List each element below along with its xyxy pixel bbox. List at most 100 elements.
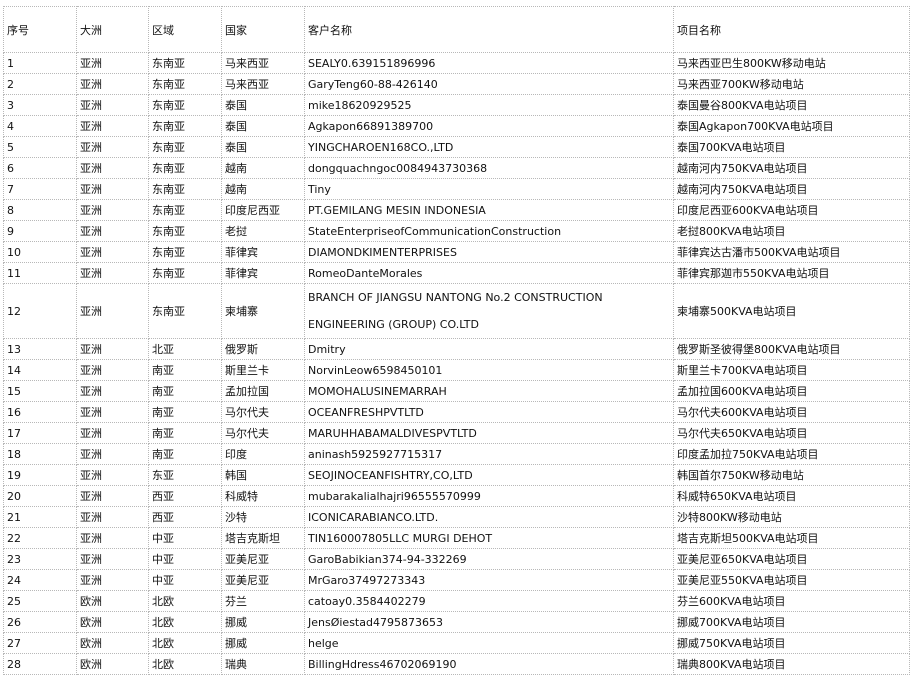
header-customer-name: 客户名称 — [304, 6, 674, 53]
cell-country: 越南 — [221, 157, 305, 179]
table-row: 5 亚洲 东南亚 泰国 YINGCHAROEN168CO.,LTD 泰国700KVA电站项… — [3, 136, 910, 158]
cell-country: 越南 — [221, 178, 305, 200]
cell-country: 马来西亚 — [221, 73, 305, 95]
cell-continent: 亚洲 — [76, 548, 149, 570]
cell-customer-name: catoay0.3584402279 — [304, 590, 674, 612]
cell-region: 北欧 — [148, 590, 222, 612]
table-row: 28 欧洲 北欧 瑞典 BillingHdress46702069190 瑞典800KVA… — [3, 653, 910, 675]
cell-region: 东南亚 — [148, 199, 222, 221]
cell-project-name: 马尔代夫650KVA电站项目 — [673, 422, 910, 444]
cell-project-name: 瑞典800KVA电站项目 — [673, 653, 910, 675]
table-row: 8 亚洲 东南亚 印度尼西亚 PT.GEMILANG MESIN INDONESIA 印度… — [3, 199, 910, 221]
table-row: 4 亚洲 东南亚 泰国 Agkapon66891389700 泰国Agkapon700KV… — [3, 115, 910, 137]
cell-continent: 亚洲 — [76, 199, 149, 221]
cell-project-name: 韩国首尔750KW移动电站 — [673, 464, 910, 486]
cell-region: 西亚 — [148, 506, 222, 528]
cell-index: 15 — [3, 380, 77, 402]
cell-continent: 亚洲 — [76, 485, 149, 507]
cell-continent: 亚洲 — [76, 464, 149, 486]
table-row: 3 亚洲 东南亚 泰国 mike18620929525 泰国曼谷800KVA电站项目 — [3, 94, 910, 116]
table-row: 6 亚洲 东南亚 越南 dongquachngoc0084943730368 越南河内75… — [3, 157, 910, 179]
cell-customer-name: helge — [304, 632, 674, 654]
cell-region: 南亚 — [148, 401, 222, 423]
cell-index: 26 — [3, 611, 77, 633]
cell-region: 东南亚 — [148, 241, 222, 263]
cell-project-name: 挪威750KVA电站项目 — [673, 632, 910, 654]
table-row: 25 欧洲 北欧 芬兰 catoay0.3584402279 芬兰600KVA电站项目 — [3, 590, 910, 612]
cell-country: 泰国 — [221, 94, 305, 116]
cell-customer-name: BillingHdress46702069190 — [304, 653, 674, 675]
cell-continent: 亚洲 — [76, 241, 149, 263]
cell-country: 菲律宾 — [221, 262, 305, 284]
cell-index: 11 — [3, 262, 77, 284]
cell-continent: 欧洲 — [76, 590, 149, 612]
cell-continent: 亚洲 — [76, 443, 149, 465]
cell-project-name: 科威特650KVA电站项目 — [673, 485, 910, 507]
cell-project-name: 挪威700KVA电站项目 — [673, 611, 910, 633]
cell-region: 东南亚 — [148, 220, 222, 242]
cell-customer-name: RomeoDanteMorales — [304, 262, 674, 284]
cell-region: 中亚 — [148, 548, 222, 570]
cell-index: 19 — [3, 464, 77, 486]
cell-country: 韩国 — [221, 464, 305, 486]
cell-country: 科威特 — [221, 485, 305, 507]
cell-region: 南亚 — [148, 380, 222, 402]
cell-country: 挪威 — [221, 611, 305, 633]
cell-index: 8 — [3, 199, 77, 221]
cell-region: 东南亚 — [148, 115, 222, 137]
cell-index: 23 — [3, 548, 77, 570]
cell-index: 28 — [3, 653, 77, 675]
cell-continent: 亚洲 — [76, 157, 149, 179]
customer-project-table: 序号 大洲 区域 国家 客户名称 项目名称 1 亚洲 东南亚 马来西亚 SEALY0.6… — [3, 6, 910, 675]
table-row: 2 亚洲 东南亚 马来西亚 GaryTeng60-88-426140 马来西亚700KW移… — [3, 73, 910, 95]
cell-customer-name: SEALY0.639151896996 — [304, 52, 674, 74]
cell-index: 18 — [3, 443, 77, 465]
cell-project-name: 越南河内750KVA电站项目 — [673, 178, 910, 200]
cell-region: 东亚 — [148, 464, 222, 486]
cell-country: 老挝 — [221, 220, 305, 242]
cell-continent: 亚洲 — [76, 262, 149, 284]
cell-project-name: 马来西亚700KW移动电站 — [673, 73, 910, 95]
cell-project-name: 亚美尼亚550KVA电站项目 — [673, 569, 910, 591]
cell-index: 9 — [3, 220, 77, 242]
cell-customer-name: aninash5925927715317 — [304, 443, 674, 465]
cell-region: 南亚 — [148, 359, 222, 381]
cell-continent: 亚洲 — [76, 52, 149, 74]
cell-continent: 亚洲 — [76, 422, 149, 444]
cell-customer-name: mike18620929525 — [304, 94, 674, 116]
cell-continent: 亚洲 — [76, 94, 149, 116]
cell-region: 南亚 — [148, 443, 222, 465]
cell-continent: 亚洲 — [76, 283, 149, 339]
cell-country: 印度 — [221, 443, 305, 465]
cell-region: 北欧 — [148, 653, 222, 675]
cell-project-name: 泰国曼谷800KVA电站项目 — [673, 94, 910, 116]
cell-project-name: 马来西亚巴生800KW移动电站 — [673, 52, 910, 74]
cell-country: 亚美尼亚 — [221, 548, 305, 570]
cell-project-name: 菲律宾达古潘市500KVA电站项目 — [673, 241, 910, 263]
table-row: 15 亚洲 南亚 孟加拉国 MOMOHALUSINEMARRAH 孟加拉国600KVA电站… — [3, 380, 910, 402]
cell-country: 瑞典 — [221, 653, 305, 675]
cell-index: 21 — [3, 506, 77, 528]
table-row: 23 亚洲 中亚 亚美尼亚 GaroBabikian374-94-332269 亚美尼亚6… — [3, 548, 910, 570]
header-row: 序号 大洲 区域 国家 客户名称 项目名称 — [3, 6, 910, 53]
cell-region: 中亚 — [148, 569, 222, 591]
cell-continent: 亚洲 — [76, 506, 149, 528]
cell-region: 西亚 — [148, 485, 222, 507]
header-country: 国家 — [221, 6, 305, 53]
cell-continent: 亚洲 — [76, 338, 149, 360]
cell-customer-name: Dmitry — [304, 338, 674, 360]
cell-country: 马尔代夫 — [221, 422, 305, 444]
cell-index: 7 — [3, 178, 77, 200]
cell-region: 东南亚 — [148, 262, 222, 284]
cell-customer-name: DIAMONDKIMENTERPRISES — [304, 241, 674, 263]
table-row: 26 欧洲 北欧 挪威 JensØiestad4795873653 挪威700KVA电站项… — [3, 611, 910, 633]
cell-customer-name: TIN160007805LLC MURGI DEHOT — [304, 527, 674, 549]
cell-project-name: 马尔代夫600KVA电站项目 — [673, 401, 910, 423]
cell-project-name: 亚美尼亚650KVA电站项目 — [673, 548, 910, 570]
table-row: 12 亚洲 东南亚 柬埔寨 BRANCH OF JIANGSU NANTONG No.2… — [3, 283, 910, 339]
cell-project-name: 泰国Agkapon700KVA电站项目 — [673, 115, 910, 137]
cell-project-name: 塔吉克斯坦500KVA电站项目 — [673, 527, 910, 549]
cell-project-name: 越南河内750KVA电站项目 — [673, 157, 910, 179]
cell-index: 4 — [3, 115, 77, 137]
table-row: 18 亚洲 南亚 印度 aninash5925927715317 印度孟加拉750KVA电… — [3, 443, 910, 465]
